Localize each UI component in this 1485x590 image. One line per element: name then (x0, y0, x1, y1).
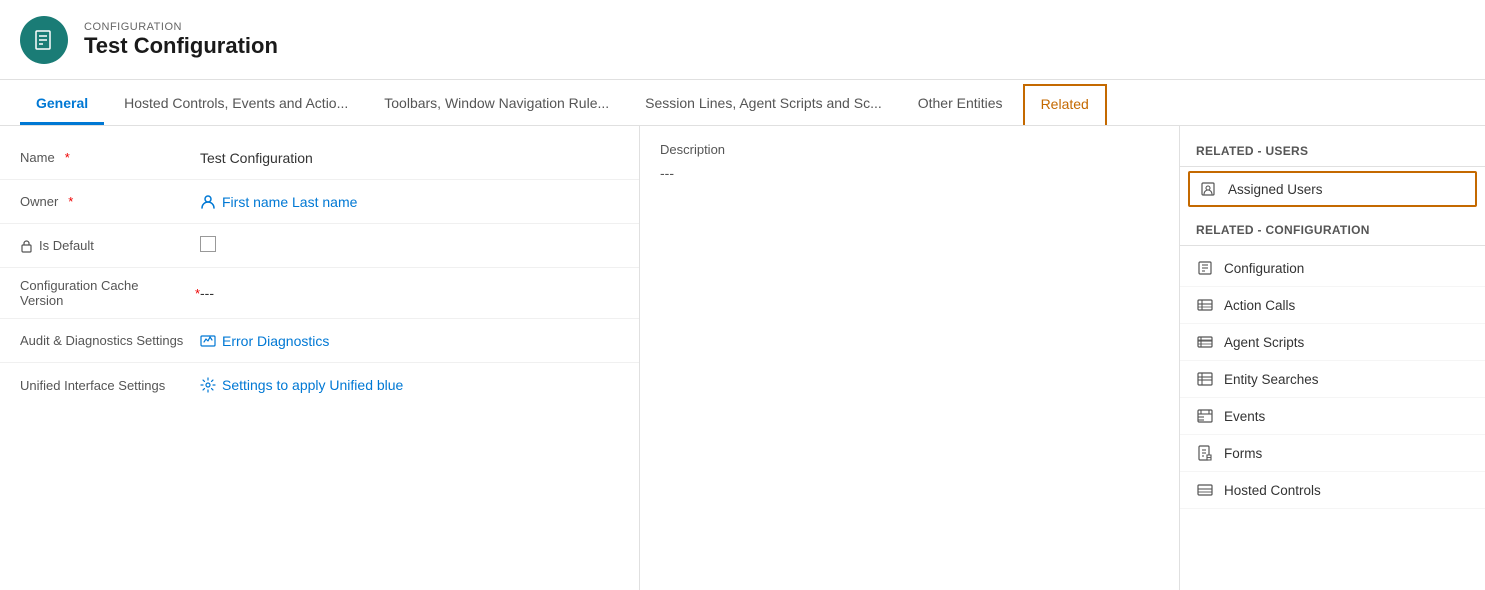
name-value[interactable]: Test Configuration (200, 150, 619, 166)
name-required: * (65, 150, 70, 165)
unified-row: Unified Interface Settings Settings to a… (0, 363, 639, 407)
tab-other-entities[interactable]: Other Entities (902, 85, 1019, 125)
config-cache-label: Configuration Cache Version * (20, 278, 200, 308)
diagnostics-icon (200, 333, 216, 349)
owner-link[interactable]: First name Last name (200, 194, 619, 210)
settings-icon (200, 377, 216, 393)
events-icon (1196, 407, 1214, 425)
is-default-checkbox-wrapper[interactable] (200, 236, 619, 255)
related-item-configuration[interactable]: Configuration (1180, 250, 1485, 287)
entity-searches-icon (1196, 370, 1214, 388)
action-calls-icon (1196, 296, 1214, 314)
app-icon (20, 16, 68, 64)
configuration-icon (1196, 259, 1214, 277)
hosted-controls-label: Hosted Controls (1224, 483, 1321, 498)
tabs-bar: General Hosted Controls, Events and Acti… (0, 80, 1485, 126)
description-panel: Description --- (640, 126, 1180, 590)
config-label: CONFIGURATION (84, 21, 278, 33)
tab-general[interactable]: General (20, 85, 104, 125)
owner-required: * (68, 194, 73, 209)
unified-link[interactable]: Settings to apply Unified blue (200, 377, 619, 393)
related-item-forms[interactable]: Forms (1180, 435, 1485, 472)
unified-label: Unified Interface Settings (20, 378, 200, 393)
related-config-header: Related - Configuration (1180, 215, 1485, 241)
owner-label: Owner * (20, 194, 200, 209)
tab-hosted-controls[interactable]: Hosted Controls, Events and Actio... (108, 85, 364, 125)
person-icon (200, 194, 216, 210)
description-value[interactable]: --- (660, 165, 1159, 181)
name-row: Name * Test Configuration (0, 136, 639, 180)
header-text: CONFIGURATION Test Configuration (84, 21, 278, 59)
related-item-hosted-controls[interactable]: Hosted Controls (1180, 472, 1485, 509)
tab-related[interactable]: Related (1023, 84, 1107, 125)
description-label: Description (660, 142, 1159, 157)
related-item-assigned-users[interactable]: Assigned Users (1188, 171, 1477, 207)
form-panel: Name * Test Configuration Owner * First … (0, 126, 640, 590)
action-calls-label: Action Calls (1224, 298, 1295, 313)
lock-icon (20, 238, 33, 254)
related-item-events[interactable]: Events (1180, 398, 1485, 435)
users-divider (1180, 166, 1485, 167)
config-cache-value[interactable]: --- (200, 285, 619, 301)
forms-icon (1196, 444, 1214, 462)
app-header: CONFIGURATION Test Configuration (0, 0, 1485, 80)
is-default-checkbox[interactable] (200, 236, 216, 252)
related-item-entity-searches[interactable]: Entity Searches (1180, 361, 1485, 398)
name-label: Name * (20, 150, 200, 165)
related-item-agent-scripts[interactable]: Agent Scripts (1180, 324, 1485, 361)
assigned-users-icon (1200, 180, 1218, 198)
related-panel: Related - Users Assigned Users Related -… (1180, 126, 1485, 590)
related-item-action-calls[interactable]: Action Calls (1180, 287, 1485, 324)
config-divider (1180, 245, 1485, 246)
unified-value[interactable]: Settings to apply Unified blue (200, 377, 619, 393)
hosted-controls-icon (1196, 481, 1214, 499)
entity-searches-label: Entity Searches (1224, 372, 1319, 387)
audit-value[interactable]: Error Diagnostics (200, 333, 619, 349)
audit-link[interactable]: Error Diagnostics (200, 333, 619, 349)
agent-scripts-icon (1196, 333, 1214, 351)
owner-value[interactable]: First name Last name (200, 194, 619, 210)
config-cache-row: Configuration Cache Version * --- (0, 268, 639, 319)
audit-row: Audit & Diagnostics Settings Error Diagn… (0, 319, 639, 363)
agent-scripts-label: Agent Scripts (1224, 335, 1304, 350)
config-title: Test Configuration (84, 33, 278, 59)
events-label: Events (1224, 409, 1265, 424)
tab-session-lines[interactable]: Session Lines, Agent Scripts and Sc... (629, 85, 898, 125)
forms-label: Forms (1224, 446, 1262, 461)
is-default-label: Is Default (20, 238, 200, 254)
related-users-header: Related - Users (1180, 136, 1485, 162)
assigned-users-label: Assigned Users (1228, 182, 1323, 197)
owner-row: Owner * First name Last name (0, 180, 639, 224)
audit-label: Audit & Diagnostics Settings (20, 333, 200, 348)
tab-toolbars[interactable]: Toolbars, Window Navigation Rule... (368, 85, 625, 125)
configuration-label: Configuration (1224, 261, 1304, 276)
is-default-row: Is Default (0, 224, 639, 268)
main-content: Name * Test Configuration Owner * First … (0, 126, 1485, 590)
